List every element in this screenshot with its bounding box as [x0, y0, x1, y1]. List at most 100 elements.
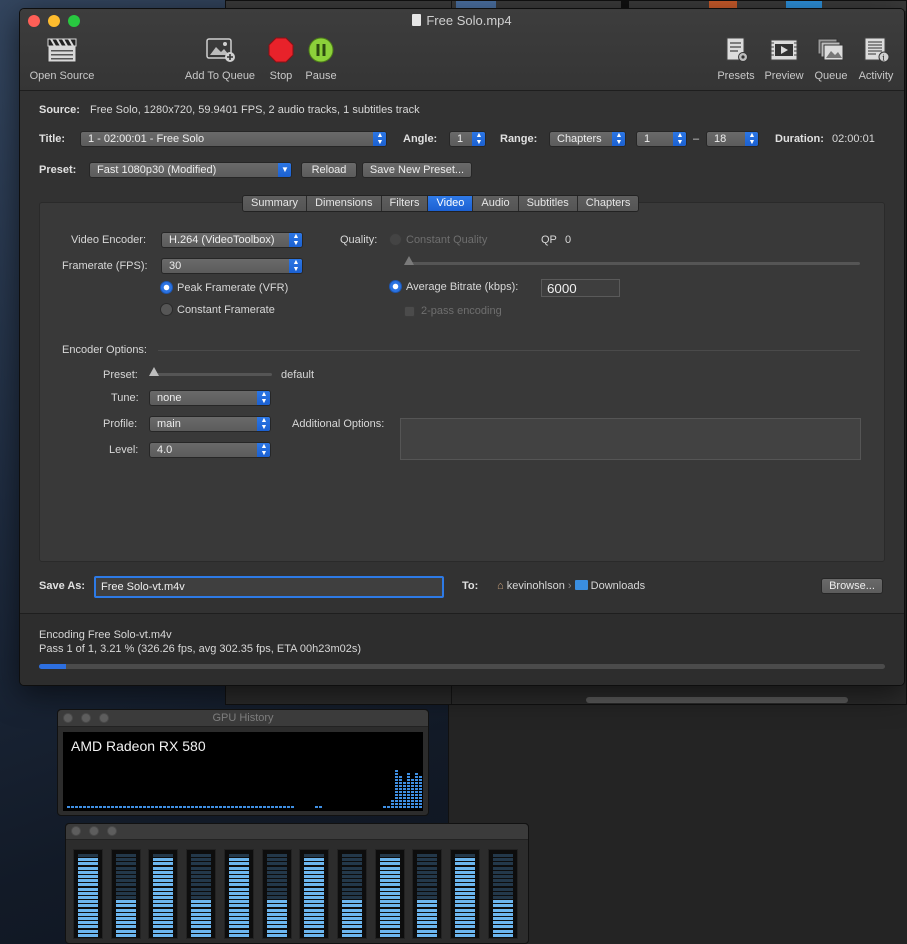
stop-button[interactable]: Stop	[264, 37, 298, 82]
path-separator: ›	[567, 580, 572, 592]
average-bitrate-radio[interactable]	[389, 280, 402, 293]
video-encoder-popup[interactable]: H.264 (VideoToolbox) ▲ ▼	[161, 232, 303, 248]
gpu-history-bar	[403, 782, 406, 784]
constant-framerate-radio[interactable]	[160, 303, 173, 316]
quality-label: Quality:	[340, 234, 378, 246]
meter-segment	[455, 912, 475, 916]
meter-segment	[115, 929, 136, 933]
angle-label: Angle:	[403, 133, 438, 145]
meter-segment	[266, 887, 287, 891]
background-scrollbar[interactable]	[586, 697, 848, 703]
gpu-history-bar	[407, 806, 410, 808]
quality-slider-knob[interactable]	[404, 256, 414, 265]
activity-meter	[110, 849, 141, 939]
save-as-filename-input[interactable]	[94, 576, 444, 598]
meter-segment	[78, 858, 98, 862]
meter-segment	[341, 900, 362, 904]
meter-segment	[266, 870, 287, 874]
peak-framerate-radio[interactable]	[160, 281, 173, 294]
presets-button[interactable]: Presets	[715, 37, 757, 82]
meter-segment	[379, 858, 400, 862]
meter-segment	[341, 904, 362, 908]
meter-segment	[115, 904, 136, 908]
preview-button[interactable]: Preview	[761, 37, 807, 82]
meter-segment	[78, 929, 98, 933]
level-popup[interactable]: 4.0 ▲ ▼	[149, 442, 271, 458]
meter-segment	[266, 908, 287, 912]
tab-chapters[interactable]: Chapters	[577, 196, 639, 211]
zoom-button[interactable]	[107, 826, 117, 836]
meter-segment	[417, 891, 438, 895]
meter-segment	[492, 854, 513, 857]
tune-popup[interactable]: none ▲ ▼	[149, 390, 271, 406]
queue-button[interactable]: Queue	[812, 37, 850, 82]
gpu-history-bar	[139, 806, 142, 808]
destination-path[interactable]: ⌂ kevinohlson › Downloads	[497, 580, 645, 592]
gpu-history-bar	[207, 806, 210, 808]
meter-segment	[417, 862, 438, 866]
gpu-history-bar	[279, 806, 282, 808]
browse-button[interactable]: Browse...	[821, 578, 883, 594]
range-start-popup[interactable]: 1 ▲ ▼	[636, 131, 687, 147]
title-popup[interactable]: 1 - 02:00:01 - Free Solo ▲ ▼	[80, 131, 387, 147]
minimize-button[interactable]	[89, 826, 99, 836]
tab-audio[interactable]: Audio	[473, 196, 519, 211]
tab-summary[interactable]: Summary	[243, 196, 308, 211]
framerate-popup[interactable]: 30 ▲ ▼	[161, 258, 303, 274]
gpu-history-bar	[411, 791, 414, 793]
tab-dimensions[interactable]: Dimensions	[307, 196, 382, 211]
meter-segment	[191, 921, 212, 925]
tab-subtitles[interactable]: Subtitles	[518, 196, 578, 211]
gpu-history-bar	[407, 800, 410, 802]
encoder-preset-slider-knob[interactable]	[149, 367, 159, 376]
meter-segment	[266, 883, 287, 887]
range-mode-popup[interactable]: Chapters ▲ ▼	[549, 131, 626, 147]
gpu-history-bar	[399, 791, 402, 793]
meter-segment	[379, 917, 400, 920]
gpu-history-bar	[411, 797, 414, 799]
meter-segment	[304, 896, 325, 899]
meter-segment	[304, 887, 325, 891]
gpu-history-bar	[419, 791, 422, 793]
meter-segment	[341, 929, 362, 933]
gpu-history-bar	[255, 806, 258, 808]
gpu-history-bar	[415, 776, 418, 778]
range-end-value: 18	[714, 133, 727, 145]
gpu-history-bar	[395, 803, 398, 805]
meter-segment	[341, 896, 362, 899]
pause-button[interactable]: Pause	[302, 37, 340, 82]
preset-popup[interactable]: Fast 1080p30 (Modified) ▼	[89, 162, 292, 178]
profile-popup[interactable]: main ▲ ▼	[149, 416, 271, 432]
additional-options-textarea[interactable]	[400, 418, 861, 460]
encoder-preset-slider-track[interactable]	[151, 373, 272, 376]
save-new-preset-button[interactable]: Save New Preset...	[362, 162, 472, 178]
two-pass-checkbox[interactable]	[404, 306, 415, 317]
tab-video[interactable]: Video	[428, 196, 474, 211]
meter-segment	[153, 925, 174, 929]
meter-segment	[379, 887, 400, 891]
meter-segment	[304, 900, 325, 904]
add-to-queue-button[interactable]: Add To Queue	[180, 37, 260, 82]
range-end-popup[interactable]: 18 ▲ ▼	[706, 131, 759, 147]
quality-slider-track[interactable]	[406, 262, 860, 265]
meter-segment	[78, 933, 98, 937]
meter-segment	[341, 875, 362, 878]
constant-quality-radio[interactable]	[389, 233, 402, 246]
gpu-history-bar	[407, 791, 410, 793]
average-bitrate-input[interactable]	[541, 279, 620, 297]
meter-segment	[153, 875, 174, 878]
gpu-history-bar	[419, 779, 422, 781]
chevron-updown-icon: ▲ ▼	[257, 391, 270, 405]
reload-button[interactable]: Reload	[301, 162, 357, 178]
gpu-history-bar	[415, 797, 418, 799]
tab-filters[interactable]: Filters	[381, 196, 429, 211]
gpu-history-title: GPU History	[212, 712, 274, 724]
open-source-button[interactable]: Open Source	[26, 37, 98, 82]
meter-segment	[492, 891, 513, 895]
angle-popup[interactable]: 1 ▲ ▼	[449, 131, 486, 147]
gpu-history-bar	[411, 779, 414, 781]
video-settings-panel: Video Encoder: H.264 (VideoToolbox) ▲ ▼ F…	[39, 202, 885, 562]
activity-meter	[412, 849, 443, 939]
close-button[interactable]	[71, 826, 81, 836]
activity-button[interactable]: i Activity	[854, 37, 898, 82]
